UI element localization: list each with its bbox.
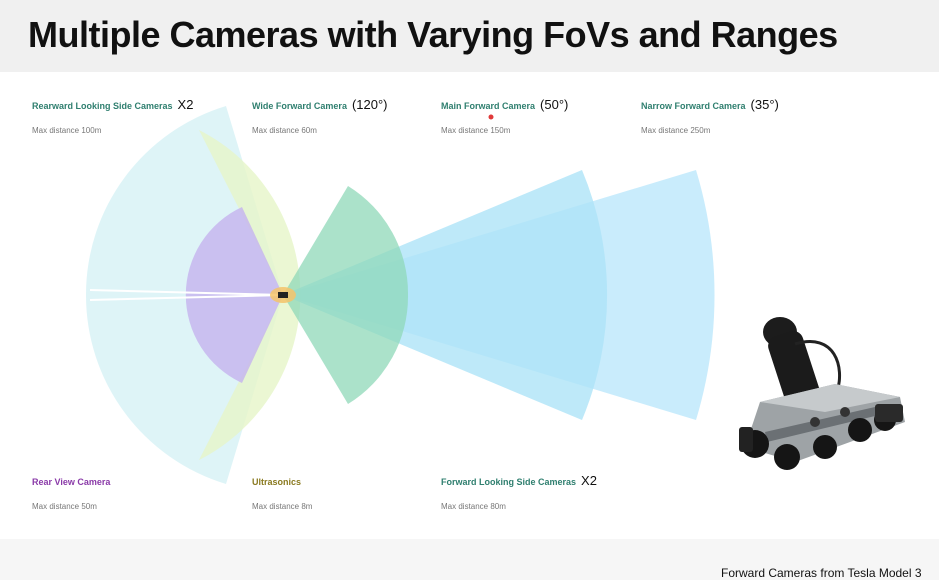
- camera-module-image: [739, 317, 905, 470]
- forward-side-coverage-lower: [283, 295, 409, 404]
- camera-name: Main Forward Camera: [441, 101, 536, 111]
- forward-side-camera-label: Forward Looking Side Cameras X2 Max dista…: [441, 472, 597, 511]
- camera-distance: Max distance 50m: [32, 502, 97, 511]
- sensor-name: Ultrasonics: [252, 477, 302, 487]
- camera-distance: Max distance 150m: [441, 126, 511, 135]
- main-forward-camera-label: Main Forward Camera (50°) Max distance 15…: [441, 96, 568, 135]
- title-bar: Multiple Cameras with Varying FoVs and R…: [0, 0, 939, 72]
- rear-view-camera-label: Rear View Camera Max distance 50m: [32, 472, 115, 511]
- camera-fov: (50°): [540, 97, 569, 112]
- camera-name: Rearward Looking Side Cameras: [32, 101, 173, 111]
- camera-name: Rear View Camera: [32, 477, 111, 487]
- camera-distance: Max distance 80m: [441, 502, 506, 511]
- page-title: Multiple Cameras with Varying FoVs and R…: [28, 14, 838, 55]
- camera-name: Wide Forward Camera: [252, 101, 347, 111]
- camera-name: Narrow Forward Camera: [641, 101, 746, 111]
- sensor-distance: Max distance 8m: [252, 502, 313, 511]
- forward-side-coverage-upper: [283, 186, 409, 295]
- camera-fov: (35°): [750, 97, 779, 112]
- wide-forward-camera-label: Wide Forward Camera (120°) Max distance 6…: [252, 96, 388, 135]
- rearward-side-camera-label: Rearward Looking Side Cameras X2 Max dist…: [32, 96, 193, 135]
- camera-distance: Max distance 250m: [641, 126, 711, 135]
- camera-distance: Max distance 100m: [32, 126, 102, 135]
- camera-count: X2: [177, 97, 194, 112]
- image-caption: Forward Cameras from Tesla Model 3: [721, 566, 922, 580]
- camera-fov: (120°): [351, 97, 388, 112]
- camera-count: X2: [581, 473, 597, 488]
- diagram-stage: Forward Cameras from Tesla Model 3: [0, 72, 939, 580]
- ultrasonics-label: Ultrasonics Max distance 8m: [252, 472, 312, 511]
- vehicle-marker: [278, 292, 288, 298]
- camera-distance: Max distance 60m: [252, 126, 317, 135]
- narrow-forward-camera-label: Narrow Forward Camera (35°) Max distance …: [641, 96, 779, 135]
- camera-module-illustration: [739, 317, 905, 470]
- camera-name: Forward Looking Side Cameras: [441, 477, 577, 487]
